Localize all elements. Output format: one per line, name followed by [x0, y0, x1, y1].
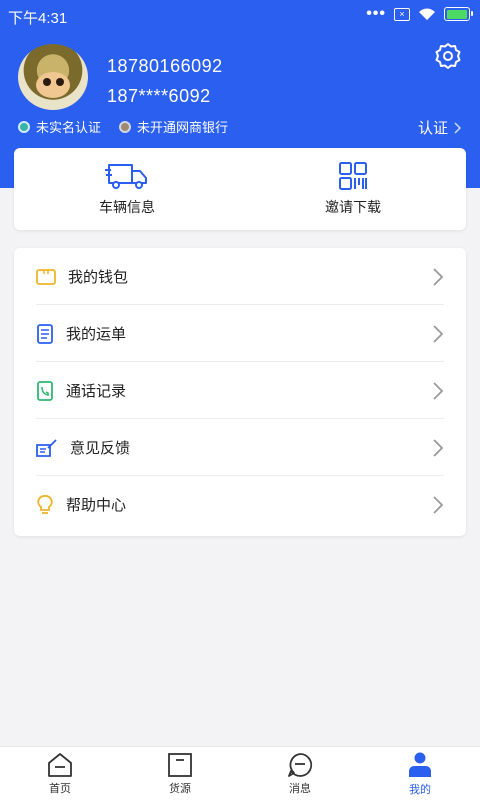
verify-link[interactable]: 认证	[418, 117, 462, 138]
user-icon	[409, 752, 431, 777]
document-icon	[37, 323, 53, 344]
menu-item-label: 意见反馈	[70, 440, 131, 457]
qr-code-icon	[339, 162, 367, 190]
tab-home-label: 首页	[49, 782, 71, 795]
user-phone: 18780166092	[107, 56, 223, 76]
message-icon	[288, 752, 313, 777]
chevron-right-icon	[433, 382, 444, 400]
chevron-right-icon	[454, 121, 462, 134]
bank-badge: 未开通网商银行	[119, 117, 228, 136]
status-bar: 下午4:31 ••• ×	[0, 0, 480, 32]
verify-label: 认证	[417, 120, 448, 137]
menu-item-call-log[interactable]: 通话记录	[14, 362, 466, 419]
tab-messages[interactable]: 消息	[240, 747, 360, 800]
invite-download-label: 邀请下载	[325, 199, 381, 215]
menu-item-feedback[interactable]: 意见反馈	[14, 419, 466, 476]
vehicle-info-label: 车辆信息	[99, 199, 155, 215]
menu-item-wallet[interactable]: 我的钱包	[14, 248, 466, 305]
menu-item-label: 我的钱包	[68, 269, 129, 286]
truck-icon	[105, 164, 147, 189]
menu-item-label: 帮助中心	[66, 497, 127, 514]
tab-mine[interactable]: 我的	[360, 747, 480, 800]
chevron-right-icon	[433, 268, 444, 286]
quick-actions-card: 车辆信息 邀请下载	[14, 148, 466, 230]
status-time: 下午4:31	[8, 10, 68, 27]
tab-cargo[interactable]: 货源	[120, 747, 240, 800]
realname-badge-label: 未实名认证	[36, 120, 102, 135]
chevron-right-icon	[433, 496, 444, 514]
feedback-icon	[36, 438, 57, 457]
tab-messages-label: 消息	[289, 782, 311, 795]
tab-home[interactable]: 首页	[0, 747, 120, 800]
cargo-icon	[168, 752, 192, 777]
battery-icon	[444, 7, 473, 21]
realname-badge: 未实名认证	[18, 117, 101, 136]
tab-mine-label: 我的	[409, 783, 431, 796]
verification-badges: 未实名认证 未开通网商银行	[18, 117, 228, 136]
wallet-icon	[36, 268, 56, 285]
status-dot-icon	[18, 120, 30, 133]
menu-item-label: 我的运单	[66, 326, 127, 343]
gear-icon[interactable]	[434, 42, 462, 70]
avatar[interactable]	[18, 44, 88, 110]
menu-list: 我的钱包 我的运单 通话记录 意见反馈 帮助中心	[14, 248, 466, 536]
bottom-tab-bar: 首页 货源 消息 我的	[0, 746, 480, 800]
menu-item-label: 通话记录	[66, 383, 127, 400]
invite-download-button[interactable]: 邀请下载	[240, 148, 466, 230]
user-phone-masked: 187****6092	[107, 86, 211, 106]
chevron-right-icon	[433, 325, 444, 343]
bank-badge-label: 未开通网商银行	[137, 120, 229, 135]
chevron-right-icon	[433, 439, 444, 457]
more-notifications-icon: •••	[366, 5, 386, 22]
phone-log-icon	[37, 380, 53, 401]
tab-cargo-label: 货源	[169, 782, 191, 795]
lightbulb-icon	[37, 494, 53, 514]
menu-item-waybill[interactable]: 我的运单	[14, 305, 466, 362]
status-dot-icon	[119, 120, 132, 133]
home-icon	[48, 752, 72, 777]
wifi-icon	[419, 8, 435, 20]
menu-item-help[interactable]: 帮助中心	[14, 476, 466, 533]
vehicle-info-button[interactable]: 车辆信息	[14, 148, 240, 230]
sim-icon: ×	[394, 7, 410, 21]
